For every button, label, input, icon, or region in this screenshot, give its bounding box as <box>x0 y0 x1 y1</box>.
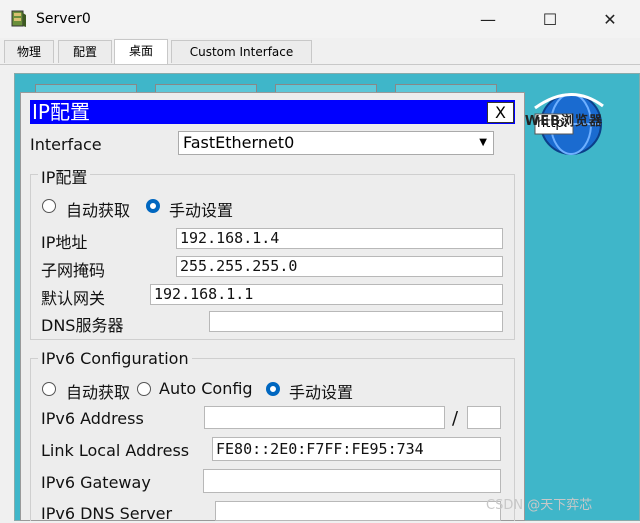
ipv6-gateway-label: IPv6 Gateway <box>41 473 151 492</box>
default-gateway-input[interactable]: 192.168.1.1 <box>150 284 503 305</box>
ipv4-dhcp-radio[interactable] <box>42 199 56 213</box>
watermark: CSDN @天下弈芯 <box>486 498 593 513</box>
link-local-address-input[interactable]: FE80::2E0:F7FF:FE95:734 <box>212 437 501 461</box>
interface-select[interactable]: FastEthernet0 ▼ <box>178 131 494 155</box>
ipv4-static-label: 手动设置 <box>169 201 234 220</box>
link-local-address-label: Link Local Address <box>41 441 190 460</box>
dropdown-arrow-icon: ▼ <box>479 137 487 148</box>
ipv4-group-label: IP配置 <box>38 164 91 188</box>
ipv6-dhcp-label: 自动获取 <box>66 383 131 402</box>
interface-label: Interface <box>30 135 102 154</box>
dns-server-input[interactable] <box>209 311 503 332</box>
interface-selected-value: FastEthernet0 <box>183 133 295 152</box>
ipv4-dhcp-label: 自动获取 <box>66 201 131 220</box>
ipv4-static-radio[interactable] <box>146 199 160 213</box>
tab-bar: 物理 配置 桌面 Custom Interface <box>0 38 640 65</box>
tab-custom-interface[interactable]: Custom Interface <box>171 40 312 63</box>
tab-desktop[interactable]: 桌面 <box>114 39 168 64</box>
ipv6-address-input[interactable] <box>204 406 445 429</box>
tab-config[interactable]: 配置 <box>58 40 112 63</box>
subnet-mask-label: 子网掩码 <box>41 261 106 280</box>
window-title: Server0 <box>36 11 91 27</box>
ipv6-address-label: IPv6 Address <box>41 409 144 428</box>
ipv6-dns-server-label: IPv6 DNS Server <box>41 504 173 523</box>
ip-address-input[interactable]: 192.168.1.4 <box>176 228 503 249</box>
ipv6-auto-config-radio[interactable] <box>137 382 151 396</box>
dns-server-label: DNS服务器 <box>41 316 124 335</box>
dialog-title: IP配置 <box>30 100 515 124</box>
ipv6-static-radio[interactable] <box>266 382 280 396</box>
default-gateway-label: 默认网关 <box>41 289 106 308</box>
title-bar: Server0 — ☐ ✕ <box>0 0 640 38</box>
ipv6-group-label: IPv6 Configuration <box>38 349 192 368</box>
close-window-button[interactable]: ✕ <box>588 6 632 32</box>
subnet-mask-input[interactable]: 255.255.255.0 <box>176 256 503 277</box>
ip-address-label: IP地址 <box>41 233 88 252</box>
ipv6-dns-server-input[interactable] <box>215 501 501 521</box>
server-app-icon <box>11 10 26 27</box>
web-browser-label[interactable]: WEB浏览器 <box>514 114 614 130</box>
ipv6-prefix-input[interactable] <box>467 406 501 429</box>
ipv6-gateway-input[interactable] <box>203 469 501 493</box>
dialog-close-button[interactable]: X <box>487 102 514 123</box>
ipv6-dhcp-radio[interactable] <box>42 382 56 396</box>
tab-physical[interactable]: 物理 <box>4 40 54 63</box>
minimize-button[interactable]: — <box>466 6 510 32</box>
prefix-separator: / <box>452 408 459 429</box>
ipv6-static-label: 手动设置 <box>289 383 354 402</box>
ipv6-auto-config-label: Auto Config <box>159 379 253 398</box>
maximize-button[interactable]: ☐ <box>528 6 572 32</box>
